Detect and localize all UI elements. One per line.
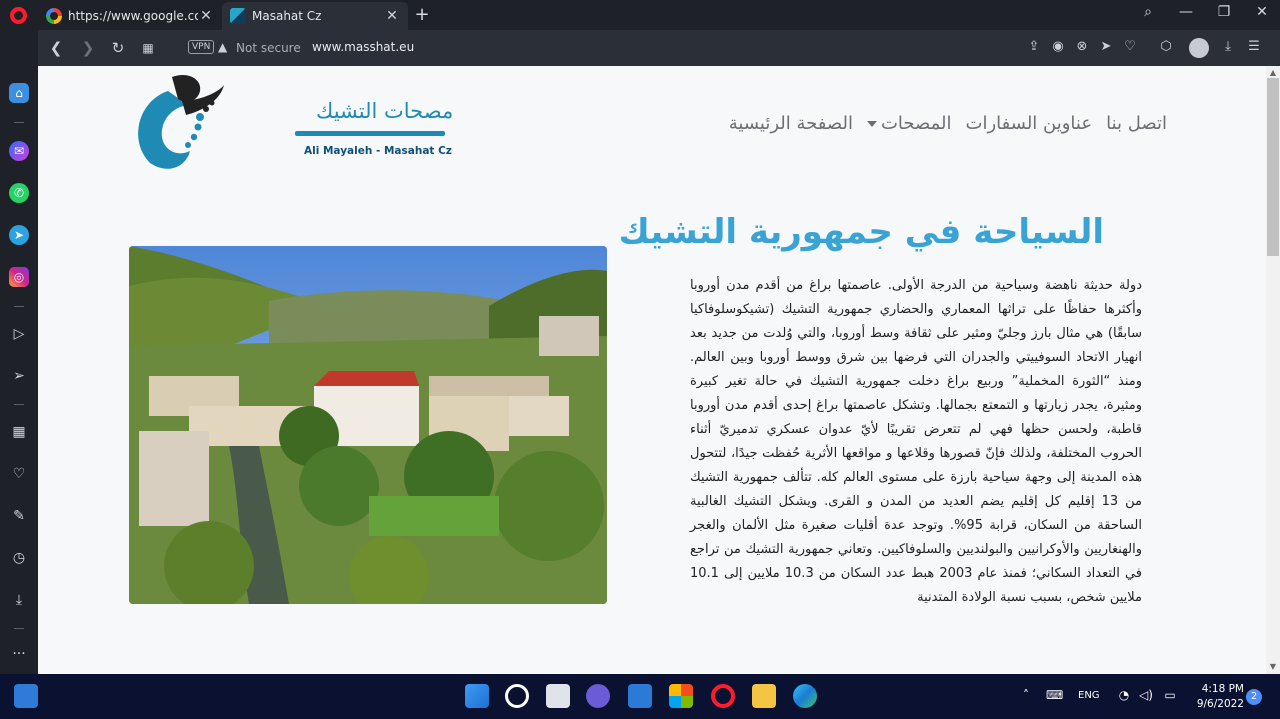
pinboard-icon[interactable]: ✎ [9,507,29,525]
back-button[interactable]: ❮ [46,38,66,58]
sidebar-divider [14,306,24,307]
clock-time: 4:18 PM [1201,683,1244,695]
forward-button[interactable]: ❯ [78,38,98,58]
close-tab-icon[interactable]: ✕ [198,8,214,24]
scrollbar-thumb[interactable] [1267,78,1279,256]
logo-underline [295,131,445,136]
sidebar-divider [14,628,24,629]
tab-masahat[interactable]: Masahat Cz ✕ [222,2,408,30]
tray-chevron-up-icon[interactable]: ˄ [1018,688,1034,702]
downloads-sidebar-icon[interactable]: ⤓ [9,591,29,609]
sidebar-divider [14,122,24,123]
scroll-up-icon[interactable]: ▲ [1267,68,1279,78]
tab-title: https://www.google.com/se [68,9,198,23]
battery-icon[interactable]: ▭ [1162,688,1178,702]
more-icon[interactable]: ··· [9,645,29,663]
nav-embassies[interactable]: عناوين السفارات [966,113,1093,134]
new-tab-button[interactable]: + [412,4,432,25]
google-favicon-icon [46,8,62,24]
minimize-button[interactable]: — [1176,4,1196,20]
whatsapp-icon[interactable]: ✆ [9,183,29,203]
notification-badge[interactable]: 2 [1246,689,1262,705]
task-view-icon[interactable] [546,684,570,708]
clock-date: 9/6/2022 [1196,698,1244,710]
home-icon[interactable]: ⌂ [9,83,29,103]
heart-icon[interactable]: ♡ [1122,39,1138,55]
file-explorer-icon[interactable] [752,684,776,708]
logo-subtitle: Ali Mayaleh - Masahat Cz [304,145,452,157]
warning-icon[interactable]: ▲ [218,40,227,54]
language-indicator[interactable]: ENG [1078,690,1100,701]
nav-home[interactable]: الصفحة الرئيسية [729,113,853,134]
camera-icon[interactable]: ◉ [1050,39,1066,55]
box-icon[interactable]: ⬡ [1158,39,1174,55]
windows-taskbar: ˄ ⌨ ENG ◔ ◁) ▭ 4:18 PM 9/6/2022 2 [0,674,1280,719]
volume-icon[interactable]: ◁) [1138,688,1154,702]
close-window-button[interactable]: ✕ [1252,4,1272,20]
easy-setup-icon[interactable]: ☰ [1246,39,1262,55]
send-icon[interactable]: ➤ [1098,39,1114,55]
article-text: دولة حديثة ناهضة وسياحية من الدرجة الأول… [690,278,1142,605]
store-apps-icon[interactable] [669,684,693,708]
nav-contact[interactable]: اتصل بنا [1106,113,1167,134]
search-icon[interactable] [505,684,529,708]
telegram-icon[interactable]: ➤ [9,225,29,245]
history-icon[interactable]: ◷ [9,549,29,567]
page-heading: السياحة في جمهورية التشيك [618,212,1104,252]
tab-strip: https://www.google.com/se ✕ Masahat Cz ✕… [0,0,1280,30]
flow-icon[interactable]: ➢ [9,367,29,385]
site-logo[interactable]: مصحات التشيك Ali Mayaleh - Masahat Cz [128,71,453,176]
opera-sidebar: ⌂ ✉ ✆ ➤ ◎ ▷ ➢ ▦ ♡ ✎ ◷ ⤓ ··· [0,30,38,674]
speed-dial-icon[interactable]: ▦ [9,423,29,441]
widgets-icon[interactable] [14,684,38,708]
close-tab-icon[interactable]: ✕ [384,8,400,24]
maximize-button[interactable]: ❐ [1214,4,1234,20]
opera-menu-icon[interactable] [10,7,27,24]
url-field[interactable]: www.masshat.eu [312,40,414,54]
logo-title: مصحات التشيك [316,99,454,123]
security-label[interactable]: Not secure [236,41,301,55]
downloads-icon[interactable]: ⤓ [1220,39,1236,55]
lens-icon[interactable]: ⊗ [1074,39,1090,55]
vscode-icon[interactable] [628,684,652,708]
vpn-badge[interactable]: VPN [188,40,215,54]
edge-icon[interactable] [793,684,817,708]
player-icon[interactable]: ▷ [9,325,29,343]
tab-google[interactable]: https://www.google.com/se ✕ [38,2,222,30]
nav-sanatoriums[interactable]: المصحات [866,113,952,134]
masahat-favicon-icon [230,8,246,24]
reload-button[interactable]: ↻ [108,38,128,58]
web-page: مصحات التشيك Ali Mayaleh - Masahat Cz ال… [38,66,1266,674]
search-tabs-icon[interactable]: ⌕ [1138,4,1158,20]
profile-avatar-icon[interactable] [1189,38,1209,58]
address-bar: ❮ ❯ ↻ ▦ VPN ▲ Not secure www.masshat.eu … [38,30,1280,66]
messenger-icon[interactable]: ✉ [9,141,29,161]
instagram-icon[interactable]: ◎ [9,267,29,287]
karlovy-vary-photo [129,246,607,604]
share-icon[interactable]: ⇪ [1026,39,1042,55]
opera-taskbar-icon[interactable] [711,684,735,708]
teams-chat-icon[interactable] [586,684,610,708]
wifi-icon[interactable]: ◔ [1116,688,1132,702]
nav-sanatoriums-label: المصحات [880,113,952,134]
logo-figure-icon [138,74,224,169]
town-photo-image [129,246,607,604]
clock[interactable]: 4:18 PM 9/6/2022 [1196,682,1244,712]
start-icon[interactable] [465,684,489,708]
tab-title: Masahat Cz [252,9,322,23]
scroll-down-icon[interactable]: ▼ [1267,662,1279,672]
sidebar-divider [14,404,24,405]
caret-down-icon [866,121,877,127]
bookmarks-heart-icon[interactable]: ♡ [9,465,29,483]
tab-grid-icon[interactable]: ▦ [138,38,158,58]
keyboard-icon[interactable]: ⌨ [1046,688,1063,702]
main-nav: الصفحة الرئيسية المصحات عناوين السفارات … [729,113,1167,134]
